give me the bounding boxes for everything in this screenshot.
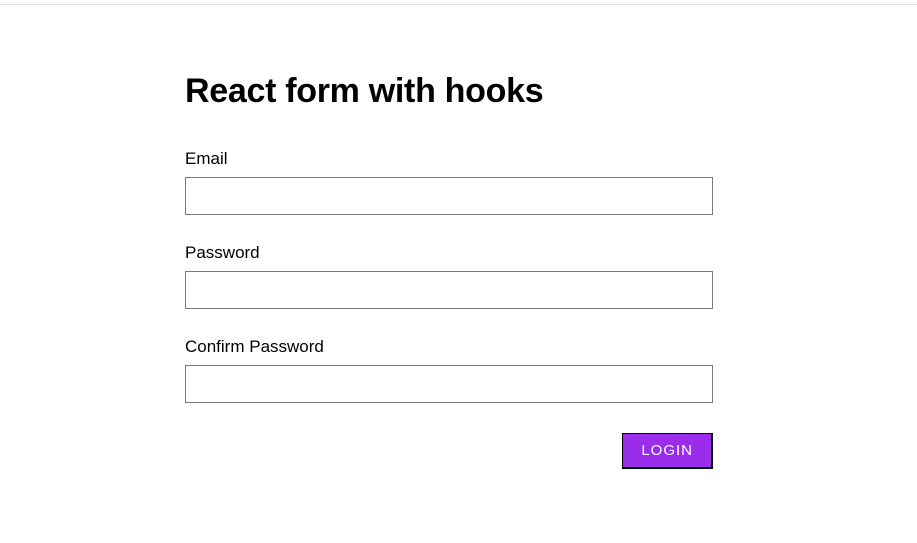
page-title: React form with hooks (185, 72, 720, 111)
form-container: React form with hooks Email Password Con… (0, 0, 720, 469)
password-label: Password (185, 243, 720, 263)
confirm-password-field[interactable] (185, 365, 713, 403)
confirm-password-label: Confirm Password (185, 337, 720, 357)
email-group: Email (185, 149, 720, 215)
top-divider (0, 4, 917, 5)
confirm-password-group: Confirm Password (185, 337, 720, 403)
password-field[interactable] (185, 271, 713, 309)
email-label: Email (185, 149, 720, 169)
login-button[interactable]: LOGIN (622, 433, 713, 469)
email-field[interactable] (185, 177, 713, 215)
password-group: Password (185, 243, 720, 309)
button-row: LOGIN (185, 433, 713, 469)
